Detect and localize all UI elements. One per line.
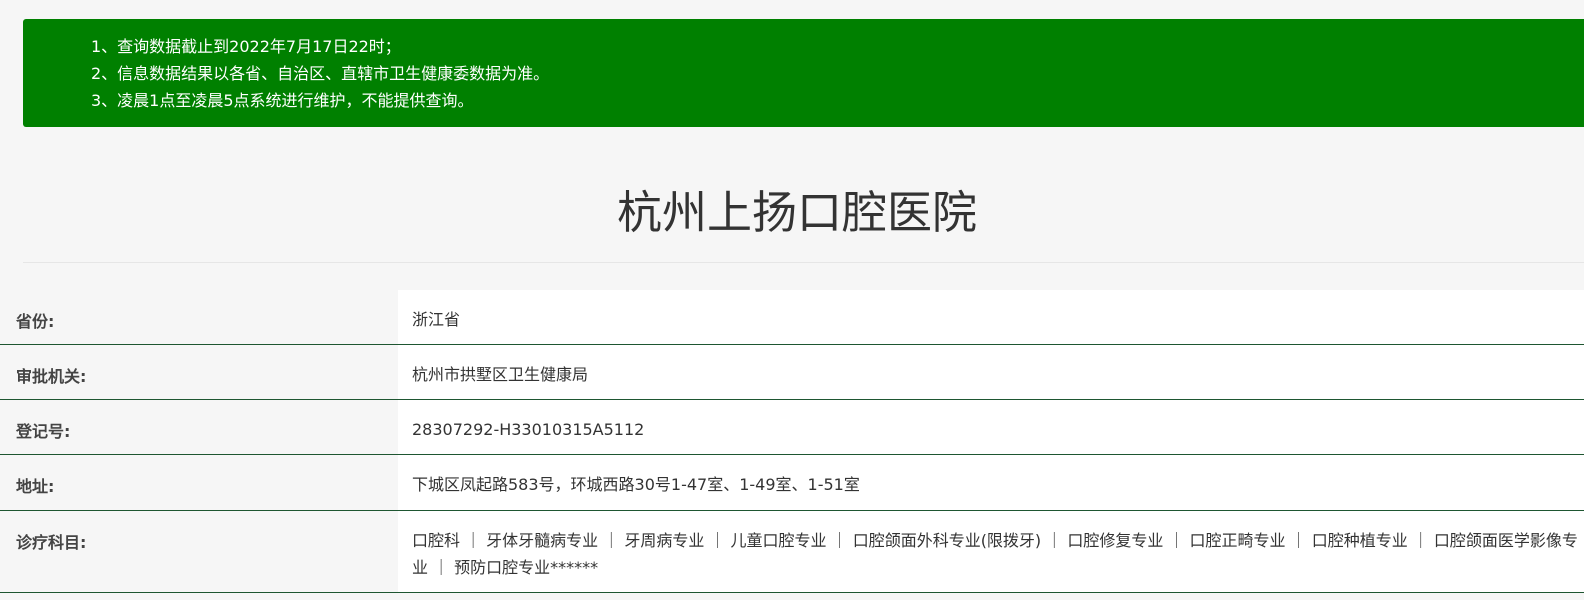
notice-banner: 1、查询数据截止到2022年7月17日22时； 2、信息数据结果以各省、自治区、… [23,19,1584,127]
table-row-authority: 审批机关: 杭州市拱墅区卫生健康局 [0,345,1584,400]
registration-value: 28307292-H33010315A5112 [398,400,1584,454]
table-row-province: 省份: 浙江省 [0,290,1584,345]
departments-value: 口腔科 ｜ 牙体牙髓病专业 ｜ 牙周病专业 ｜ 儿童口腔专业 ｜ 口腔颌面外科专… [398,511,1584,592]
province-value: 浙江省 [398,290,1584,344]
table-row-address: 地址: 下城区凤起路583号，环城西路30号1-47室、1-49室、1-51室 [0,455,1584,511]
hospital-details-table: 省份: 浙江省 审批机关: 杭州市拱墅区卫生健康局 登记号: 28307292-… [0,290,1584,593]
notice-line-1: 1、查询数据截止到2022年7月17日22时； [91,37,401,56]
authority-label: 审批机关: [16,367,87,386]
page-title: 杭州上扬口腔医院 [616,186,977,239]
departments-label: 诊疗科目: [16,533,87,552]
title-divider [23,262,1584,263]
address-label: 地址: [16,477,55,496]
table-row-departments: 诊疗科目: 口腔科 ｜ 牙体牙髓病专业 ｜ 牙周病专业 ｜ 儿童口腔专业 ｜ 口… [0,511,1584,593]
table-row-registration: 登记号: 28307292-H33010315A5112 [0,400,1584,455]
notice-line-2: 2、信息数据结果以各省、自治区、直辖市卫生健康委数据为准。 [91,64,550,83]
notice-line-3: 3、凌晨1点至凌晨5点系统进行维护，不能提供查询。 [91,91,474,110]
authority-value: 杭州市拱墅区卫生健康局 [398,345,1584,399]
province-label: 省份: [16,312,55,331]
address-value: 下城区凤起路583号，环城西路30号1-47室、1-49室、1-51室 [398,455,1584,510]
registration-label: 登记号: [16,422,71,441]
